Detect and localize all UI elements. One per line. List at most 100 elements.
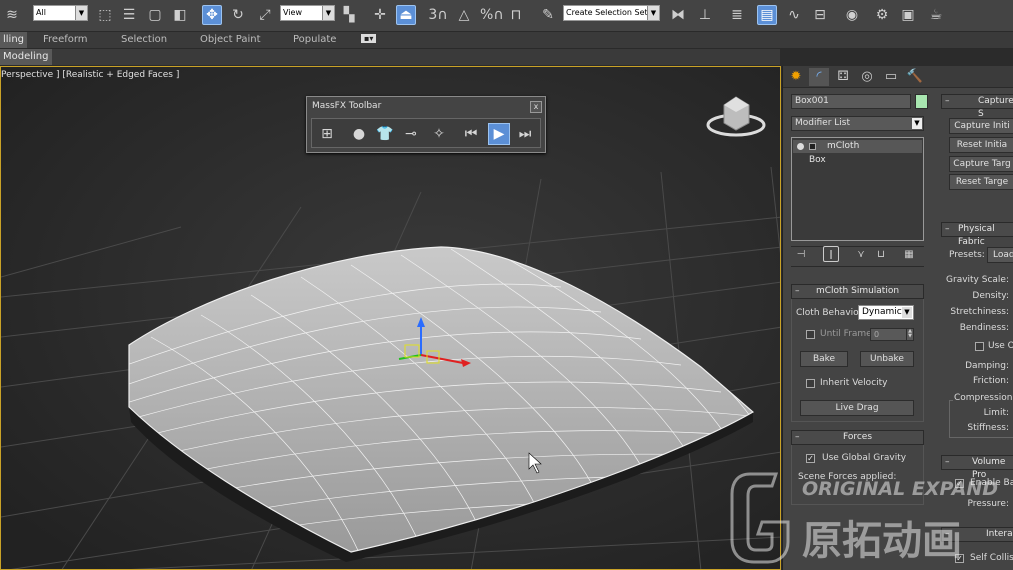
rigid-body-icon[interactable]: ● <box>348 123 370 145</box>
unbake-button[interactable]: Unbake <box>860 351 914 367</box>
volume-properties-rollout[interactable]: – Volume Pro <box>941 455 1013 480</box>
snap-label: 3 <box>428 7 438 23</box>
ribbon-tab-selection[interactable]: Selection <box>121 34 167 45</box>
scene-explorer-icon[interactable]: ▤ <box>757 5 777 25</box>
make-unique-icon[interactable]: ⋎ <box>853 248 869 262</box>
selection-filter-value: All <box>36 8 46 17</box>
presets-load-button[interactable]: Load <box>987 247 1013 263</box>
reference-coord-dropdown[interactable]: View ▼ <box>280 5 335 21</box>
use-global-gravity-checkbox[interactable]: ✓ <box>806 454 815 463</box>
mcloth-simulation-rollout[interactable]: – mCloth Simulation <box>791 284 924 299</box>
rotate-icon[interactable]: ↻ <box>228 5 248 25</box>
configure-sets-icon[interactable]: ▦ <box>901 248 917 262</box>
edit-named-selection-icon[interactable]: ✎ <box>538 5 558 25</box>
keyboard-shortcut-icon[interactable]: ⏏ <box>396 5 416 25</box>
rect-region-icon[interactable]: ▢ <box>145 5 165 25</box>
object-color-swatch[interactable] <box>915 94 928 109</box>
cloth-behavior-dropdown[interactable]: Dynamic ▼ <box>858 305 914 320</box>
ribbon-tab-modeling[interactable]: lling <box>0 32 28 48</box>
massfx-title: MassFX Toolbar <box>312 101 382 111</box>
until-frame-spinner[interactable]: 0 ▲ ▼ <box>870 328 914 341</box>
display-icon[interactable]: ▭ <box>881 68 901 86</box>
hierarchy-icon[interactable]: ⚃ <box>833 68 853 86</box>
constraint-icon[interactable]: ⊸ <box>400 123 422 145</box>
reset-target-button[interactable]: Reset Targe <box>949 174 1013 190</box>
curve-editor-icon[interactable]: ∿ <box>784 5 804 25</box>
snap-icon[interactable]: 3∩ <box>428 5 448 25</box>
ribbon-tab-object-paint[interactable]: Object Paint <box>200 34 261 45</box>
scale-icon[interactable]: ⤢ <box>255 5 275 25</box>
move-icon[interactable]: ✥ <box>202 5 222 25</box>
render-setup-icon[interactable]: ⚙ <box>872 5 892 25</box>
align-icon[interactable]: ⊥ <box>695 5 715 25</box>
enable-balloon-checkbox[interactable]: ✓ <box>955 479 964 488</box>
until-frame-checkbox[interactable] <box>806 330 815 339</box>
reset-simulation-icon[interactable]: ⏮ <box>460 123 482 145</box>
utilities-icon[interactable]: 🔨 <box>905 68 925 86</box>
undo-redo-icon[interactable]: ≋ <box>2 5 22 25</box>
mcloth-icon[interactable]: 👕 <box>374 123 396 145</box>
interaction-rollout[interactable]: – Interac <box>941 527 1013 542</box>
schematic-view-icon[interactable]: ⊟ <box>810 5 830 25</box>
bake-button[interactable]: Bake <box>800 351 848 367</box>
create-icon[interactable]: ✹ <box>786 68 806 86</box>
forces-rollout[interactable]: – Forces <box>791 430 924 445</box>
motion-icon[interactable]: ◎ <box>857 68 877 86</box>
select-object-icon[interactable]: ⬚ <box>95 5 115 25</box>
spinner-snap-icon[interactable]: ⊓ <box>506 5 526 25</box>
ragdoll-icon[interactable]: ✧ <box>428 123 450 145</box>
select-manipulate-icon[interactable]: ✛ <box>370 5 390 25</box>
reference-coord-value: View <box>283 8 302 17</box>
selection-filter-dropdown[interactable]: All ▼ <box>33 5 88 21</box>
capture-target-button[interactable]: Capture Targ <box>949 156 1013 172</box>
stack-item-box[interactable]: Box <box>793 154 922 167</box>
close-icon[interactable]: x <box>530 101 542 113</box>
world-params-icon[interactable]: ⊞ <box>316 123 338 145</box>
chevron-down-icon: ▼ <box>902 307 912 318</box>
modify-icon[interactable]: ◜ <box>809 68 829 86</box>
window-crossing-icon[interactable]: ◧ <box>170 5 190 25</box>
material-editor-icon[interactable]: ◉ <box>842 5 862 25</box>
collapse-icon: – <box>945 96 950 106</box>
render-icon[interactable]: ☕ <box>926 5 946 25</box>
presets-label: Presets: <box>949 250 985 260</box>
step-simulation-icon[interactable]: ⏭ <box>514 123 536 145</box>
pivot-icon[interactable]: ▚ <box>339 5 359 25</box>
show-end-result-icon[interactable]: Ⅰ <box>823 246 839 262</box>
layer-manager-icon[interactable]: ≣ <box>727 5 747 25</box>
angle-snap-icon[interactable]: △ <box>454 5 474 25</box>
select-by-name-icon[interactable]: ☰ <box>119 5 139 25</box>
chevron-down-icon: ▼ <box>75 6 87 20</box>
chevron-down-icon: ▼ <box>912 118 922 129</box>
ribbon-tabs: lling Freeform Selection Object Paint Po… <box>0 32 1013 49</box>
stack-item-mcloth[interactable]: mCloth <box>793 140 922 153</box>
lightbulb-icon[interactable] <box>797 143 804 150</box>
modifier-list-dropdown[interactable]: Modifier List ▼ <box>791 116 924 131</box>
expand-icon[interactable] <box>809 143 816 150</box>
rendered-frame-icon[interactable]: ▣ <box>898 5 918 25</box>
inherit-velocity-checkbox[interactable] <box>806 379 815 388</box>
use-orthogonal-checkbox[interactable] <box>975 342 984 351</box>
ribbon-tab-freeform[interactable]: Freeform <box>43 34 88 45</box>
capture-states-rollout[interactable]: – Capture S <box>941 94 1013 119</box>
live-drag-button[interactable]: Live Drag <box>800 400 914 416</box>
percent-snap-icon[interactable]: %∩ <box>480 5 504 25</box>
viewport-label[interactable]: Perspective ] [Realistic + Edged Faces ] <box>1 70 179 80</box>
ribbon-options-icon[interactable]: ▪▾ <box>361 34 377 43</box>
self-collision-checkbox[interactable]: ✓ <box>955 554 964 563</box>
ribbon-tab-populate[interactable]: Populate <box>293 34 336 45</box>
use-orthogonal-label: Use Or <box>988 341 1013 351</box>
mirror-icon[interactable]: ⧓ <box>668 5 688 25</box>
pin-stack-icon[interactable]: ⊣ <box>793 248 809 262</box>
remove-modifier-icon[interactable]: ⊔ <box>873 248 889 262</box>
massfx-button-row: ⊞ ● 👕 ⊸ ✧ ⏮ ▶ ⏭ <box>311 118 541 148</box>
named-selection-dropdown[interactable]: Create Selection Set ▼ <box>563 5 660 21</box>
spinner-arrows-icon[interactable]: ▲ ▼ <box>906 329 913 340</box>
play-simulation-icon[interactable]: ▶ <box>488 123 510 145</box>
chevron-down-icon: ▼ <box>647 6 659 20</box>
ribbon-sub-tab-modeling[interactable]: Modeling <box>0 49 52 65</box>
physical-fabric-rollout[interactable]: – Physical Fabric <box>941 222 1013 247</box>
reset-initial-button[interactable]: Reset Initia <box>949 137 1013 153</box>
capture-initial-button[interactable]: Capture Initi <box>949 118 1013 134</box>
object-name-field[interactable]: Box001 <box>791 94 911 109</box>
